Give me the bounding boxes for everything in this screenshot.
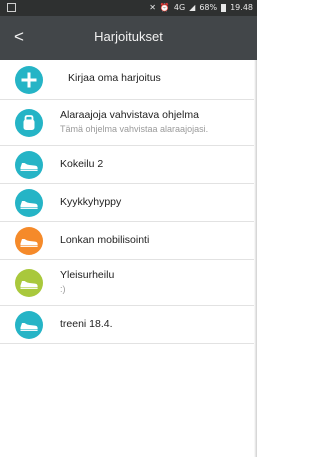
battery-percent: 68%	[199, 3, 218, 12]
side-shadow	[254, 60, 257, 457]
notification-image-icon	[7, 3, 16, 12]
list-item-label: treeni 18.4.	[60, 318, 113, 330]
list-item-label: Lonkan mobilisointi	[60, 234, 150, 246]
kettlebell-icon	[15, 109, 43, 137]
list-item[interactable]: Kyykkyhyppy	[0, 184, 257, 222]
shoe-icon	[15, 227, 43, 255]
shoe-icon	[15, 269, 43, 297]
add-exercise-label: Kirjaa oma harjoitus	[68, 72, 161, 84]
list-item-subtitle: Tämä ohjelma vahvistaa alaraajojasi.	[60, 124, 209, 134]
list-item-label: Kokeilu 2	[60, 158, 104, 170]
list-item[interactable]: Lonkan mobilisointi	[0, 222, 257, 260]
shoe-icon	[15, 189, 43, 217]
exercise-list: Kirjaa oma harjoitus Alaraajoja vahvista…	[0, 60, 257, 344]
list-item[interactable]: treeni 18.4.	[0, 306, 257, 344]
shoe-icon	[15, 151, 43, 179]
clock: 19.48	[230, 3, 253, 12]
list-item-label: Yleisurheilu	[60, 269, 115, 281]
list-item[interactable]: Alaraajoja vahvistava ohjelma Tämä ohjelm…	[0, 100, 257, 146]
list-item-label: Kyykkyhyppy	[60, 196, 122, 208]
plus-icon	[15, 66, 43, 94]
signal-icon: ◢	[189, 3, 196, 12]
status-right: ✕ ⏰ 4G ◢ 68% 19.48	[149, 2, 253, 14]
battery-icon	[221, 4, 227, 12]
alarm-icon: ⏰	[159, 3, 170, 12]
shoe-icon	[15, 311, 43, 339]
list-item-subtitle: :)	[60, 284, 66, 294]
list-item[interactable]: Kokeilu 2	[0, 146, 257, 184]
mute-icon: ✕	[149, 3, 156, 12]
status-bar: ✕ ⏰ 4G ◢ 68% 19.48	[0, 0, 257, 16]
list-item[interactable]: Yleisurheilu:)	[0, 260, 257, 306]
add-exercise-button[interactable]: Kirjaa oma harjoitus	[0, 60, 257, 100]
list-item-label: Alaraajoja vahvistava ohjelma	[60, 109, 199, 121]
app-bar: < Harjoitukset	[0, 16, 257, 60]
page-title: Harjoitukset	[94, 29, 163, 44]
network-type: 4G	[173, 3, 186, 12]
